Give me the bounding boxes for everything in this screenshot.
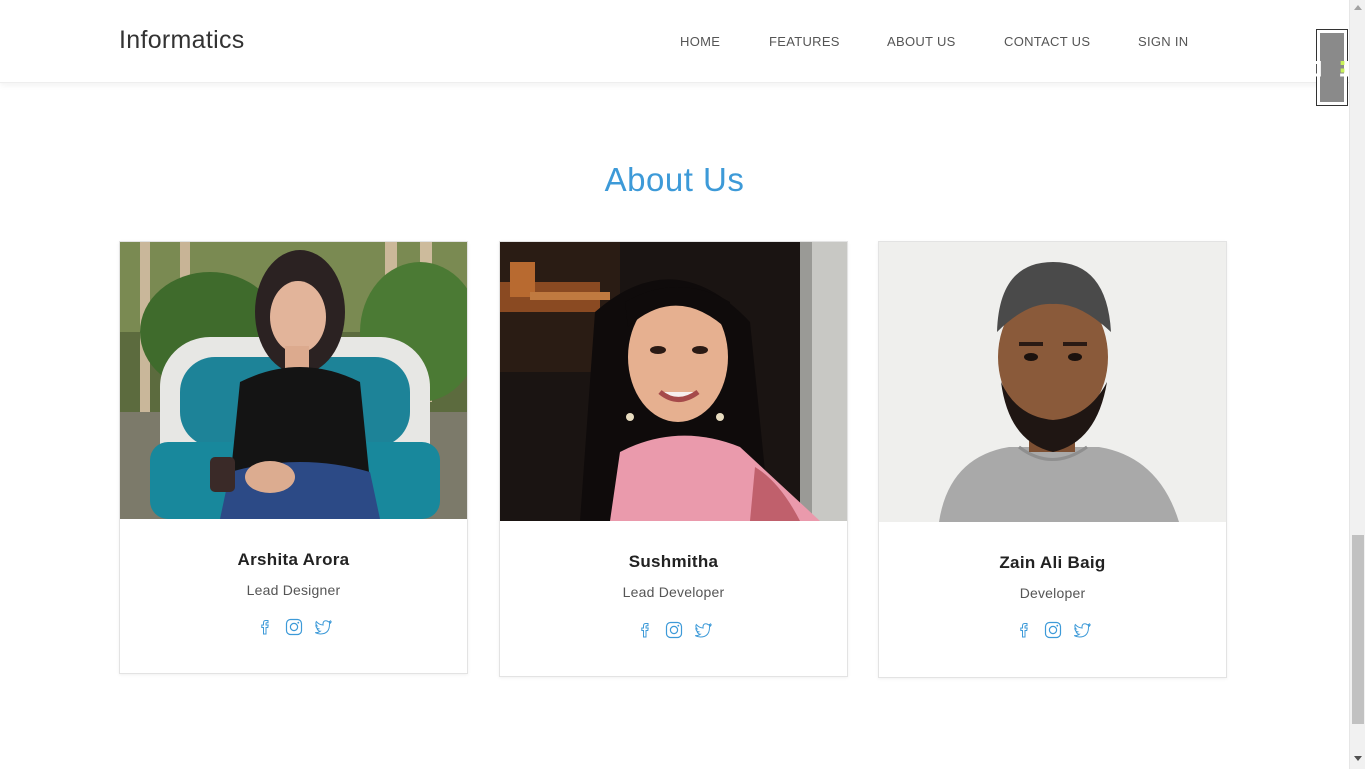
twitter-icon[interactable]	[1073, 621, 1091, 639]
facebook-icon[interactable]	[636, 621, 654, 639]
instagram-icon[interactable]	[1044, 621, 1062, 639]
scroll-up-arrow-icon[interactable]	[1354, 5, 1362, 10]
member-photo	[879, 242, 1226, 522]
member-role: Developer	[1019, 585, 1086, 601]
scroll-thumb[interactable]	[1352, 535, 1364, 724]
team-card: Arshita Arora Lead Designer	[119, 241, 468, 674]
twitter-icon[interactable]	[314, 618, 332, 636]
scroll-down-arrow-icon[interactable]	[1354, 756, 1362, 761]
page-scrollbar[interactable]	[1349, 0, 1365, 769]
twitter-icon[interactable]	[694, 621, 712, 639]
facebook-icon[interactable]	[1015, 621, 1033, 639]
instagram-icon[interactable]	[285, 618, 303, 636]
section-title: About Us	[604, 161, 745, 198]
member-name: Zain Ali Baig	[999, 553, 1106, 572]
member-role: Lead Developer	[622, 584, 725, 600]
team-card: Zain Ali Baig Developer	[878, 241, 1227, 678]
team-card: Sushmitha Lead Developer	[499, 241, 848, 677]
nav-sign-in[interactable]: SIGN IN	[1138, 34, 1189, 49]
facebook-icon[interactable]	[256, 618, 274, 636]
extension-badge[interactable]: D:DT	[1306, 29, 1365, 106]
brand-logo[interactable]: Informatics	[119, 26, 245, 55]
nav-features[interactable]: FEATURES	[769, 34, 840, 49]
member-photo	[120, 242, 467, 519]
member-role: Lead Designer	[246, 582, 341, 598]
social-links	[120, 618, 467, 636]
member-photo	[500, 242, 847, 521]
top-navbar: Informatics HOME FEATURES ABOUT US CONTA…	[0, 0, 1349, 83]
extension-logo: D:DT	[1306, 33, 1365, 102]
instagram-icon[interactable]	[665, 621, 683, 639]
nav-contact-us[interactable]: CONTACT US	[1004, 34, 1090, 49]
social-links	[500, 621, 847, 639]
nav-about-us[interactable]: ABOUT US	[887, 34, 956, 49]
member-name: Sushmitha	[628, 552, 719, 571]
nav-home[interactable]: HOME	[680, 34, 720, 49]
member-name: Arshita Arora	[237, 550, 350, 569]
social-links	[879, 621, 1226, 639]
